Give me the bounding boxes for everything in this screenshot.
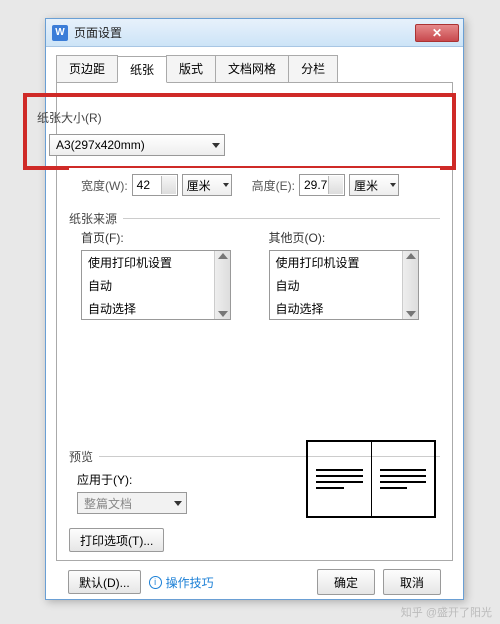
preview-section: 预览 应用于(Y): 整篇文档 — [69, 444, 440, 514]
height-unit-dropdown[interactable]: 厘米 — [349, 174, 399, 196]
dimensions-row: 宽度(W): 42 厘米 高度(E): 29.7 厘米 — [69, 174, 440, 196]
ok-button[interactable]: 确定 — [317, 569, 375, 595]
tab-margins[interactable]: 页边距 — [56, 55, 118, 82]
tab-layout[interactable]: 版式 — [166, 55, 216, 82]
chevron-down-icon — [212, 143, 220, 148]
tab-paper[interactable]: 纸张 — [117, 56, 167, 83]
tab-strip: 页边距 纸张 版式 文档网格 分栏 — [56, 55, 453, 83]
watermark: 知乎 @盛开了阳光 — [401, 604, 492, 620]
other-pages-label: 其他页(O): — [269, 229, 441, 246]
tips-link[interactable]: i 操作技巧 — [149, 574, 214, 591]
highlight-annotation: 纸张大小(R) A3(297x420mm) — [23, 93, 456, 170]
paper-source-label: 纸张来源 — [69, 210, 440, 227]
paper-size-dropdown[interactable]: A3(297x420mm) — [49, 134, 225, 156]
tab-grid[interactable]: 文档网格 — [215, 55, 289, 82]
tab-columns[interactable]: 分栏 — [288, 55, 338, 82]
scrollbar[interactable] — [402, 251, 418, 319]
print-options-button[interactable]: 打印选项(T)... — [69, 528, 164, 552]
apply-to-value: 整篇文档 — [84, 495, 174, 512]
first-page-label: 首页(F): — [81, 229, 253, 246]
scrollbar[interactable] — [214, 251, 230, 319]
height-label: 高度(E): — [252, 177, 295, 194]
list-item[interactable]: 使用打印机设置 — [270, 251, 418, 274]
first-page-listbox[interactable]: 使用打印机设置 自动 自动选择 — [81, 250, 231, 320]
other-pages-listbox[interactable]: 使用打印机设置 自动 自动选择 — [269, 250, 419, 320]
window-title: 页面设置 — [74, 24, 415, 41]
cancel-button[interactable]: 取消 — [383, 569, 441, 595]
default-button[interactable]: 默认(D)... — [68, 570, 141, 594]
close-icon: ✕ — [432, 26, 442, 40]
apply-to-label: 应用于(Y): — [77, 471, 132, 488]
paper-source-row: 首页(F): 使用打印机设置 自动 自动选择 其他页(O): 使用打印机设置 自… — [69, 229, 440, 320]
info-icon: i — [149, 576, 162, 589]
print-options-row: 打印选项(T)... — [69, 528, 164, 552]
page-preview-graphic — [306, 440, 436, 518]
list-item[interactable]: 自动选择 — [270, 297, 418, 320]
titlebar[interactable]: W 页面设置 ✕ — [46, 19, 463, 47]
paper-size-value: A3(297x420mm) — [56, 138, 212, 152]
list-item[interactable]: 自动 — [82, 274, 230, 297]
tab-panel: 纸张大小(R) A3(297x420mm) 宽度(W): 42 厘米 高度(E)… — [56, 83, 453, 561]
width-label: 宽度(W): — [81, 177, 128, 194]
page-setup-dialog: W 页面设置 ✕ 页边距 纸张 版式 文档网格 分栏 纸张大小(R) A3(29… — [45, 18, 464, 600]
close-button[interactable]: ✕ — [415, 24, 459, 42]
list-item[interactable]: 使用打印机设置 — [82, 251, 230, 274]
app-icon: W — [52, 25, 68, 41]
paper-size-label: 纸张大小(R) — [37, 109, 442, 126]
chevron-down-icon — [174, 501, 182, 506]
list-item[interactable]: 自动选择 — [82, 297, 230, 320]
height-input[interactable]: 29.7 — [299, 174, 345, 196]
dialog-footer: 默认(D)... i 操作技巧 确定 取消 — [56, 561, 453, 595]
list-item[interactable]: 自动 — [270, 274, 418, 297]
width-input[interactable]: 42 — [132, 174, 178, 196]
width-unit-dropdown[interactable]: 厘米 — [182, 174, 232, 196]
apply-to-dropdown[interactable]: 整篇文档 — [77, 492, 187, 514]
client-area: 页边距 纸张 版式 文档网格 分栏 纸张大小(R) A3(297x420mm) … — [46, 47, 463, 605]
